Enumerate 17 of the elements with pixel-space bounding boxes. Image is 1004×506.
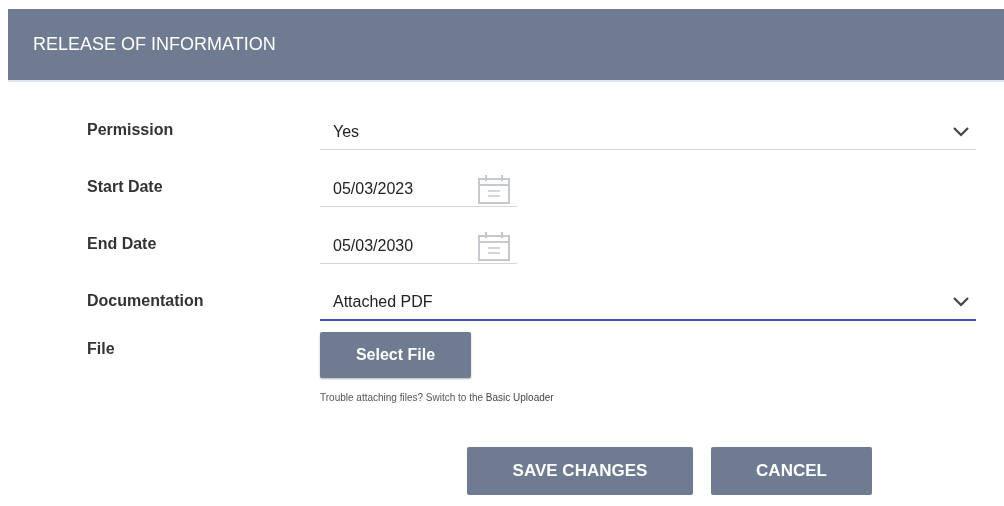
chevron-down-icon[interactable] [952,296,970,308]
chevron-down-icon[interactable] [952,125,970,138]
field-label: Documentation [87,291,205,310]
dropdown-field[interactable]: Yes [320,114,976,150]
dropdown-field[interactable]: Attached PDF [320,285,976,321]
help-text: Trouble attaching files? Switch to the Basic Uploader [320,392,555,403]
field-label: File [87,339,116,358]
select-file-button[interactable]: Select File [320,332,471,378]
date-field[interactable]: 05/03/2023 [320,171,517,207]
date-field[interactable]: 05/03/2030 [320,228,517,264]
field-label: Permission [87,120,175,139]
save-button[interactable]: SAVE CHANGES [467,447,693,495]
field-label: Start Date [87,177,164,196]
basic-uploader-link[interactable]: Basic Uploader [485,392,554,403]
section-title: RELEASE OF INFORMATION [33,34,276,55]
cancel-button[interactable]: CANCEL [711,447,872,495]
field-label: End Date [87,234,158,253]
